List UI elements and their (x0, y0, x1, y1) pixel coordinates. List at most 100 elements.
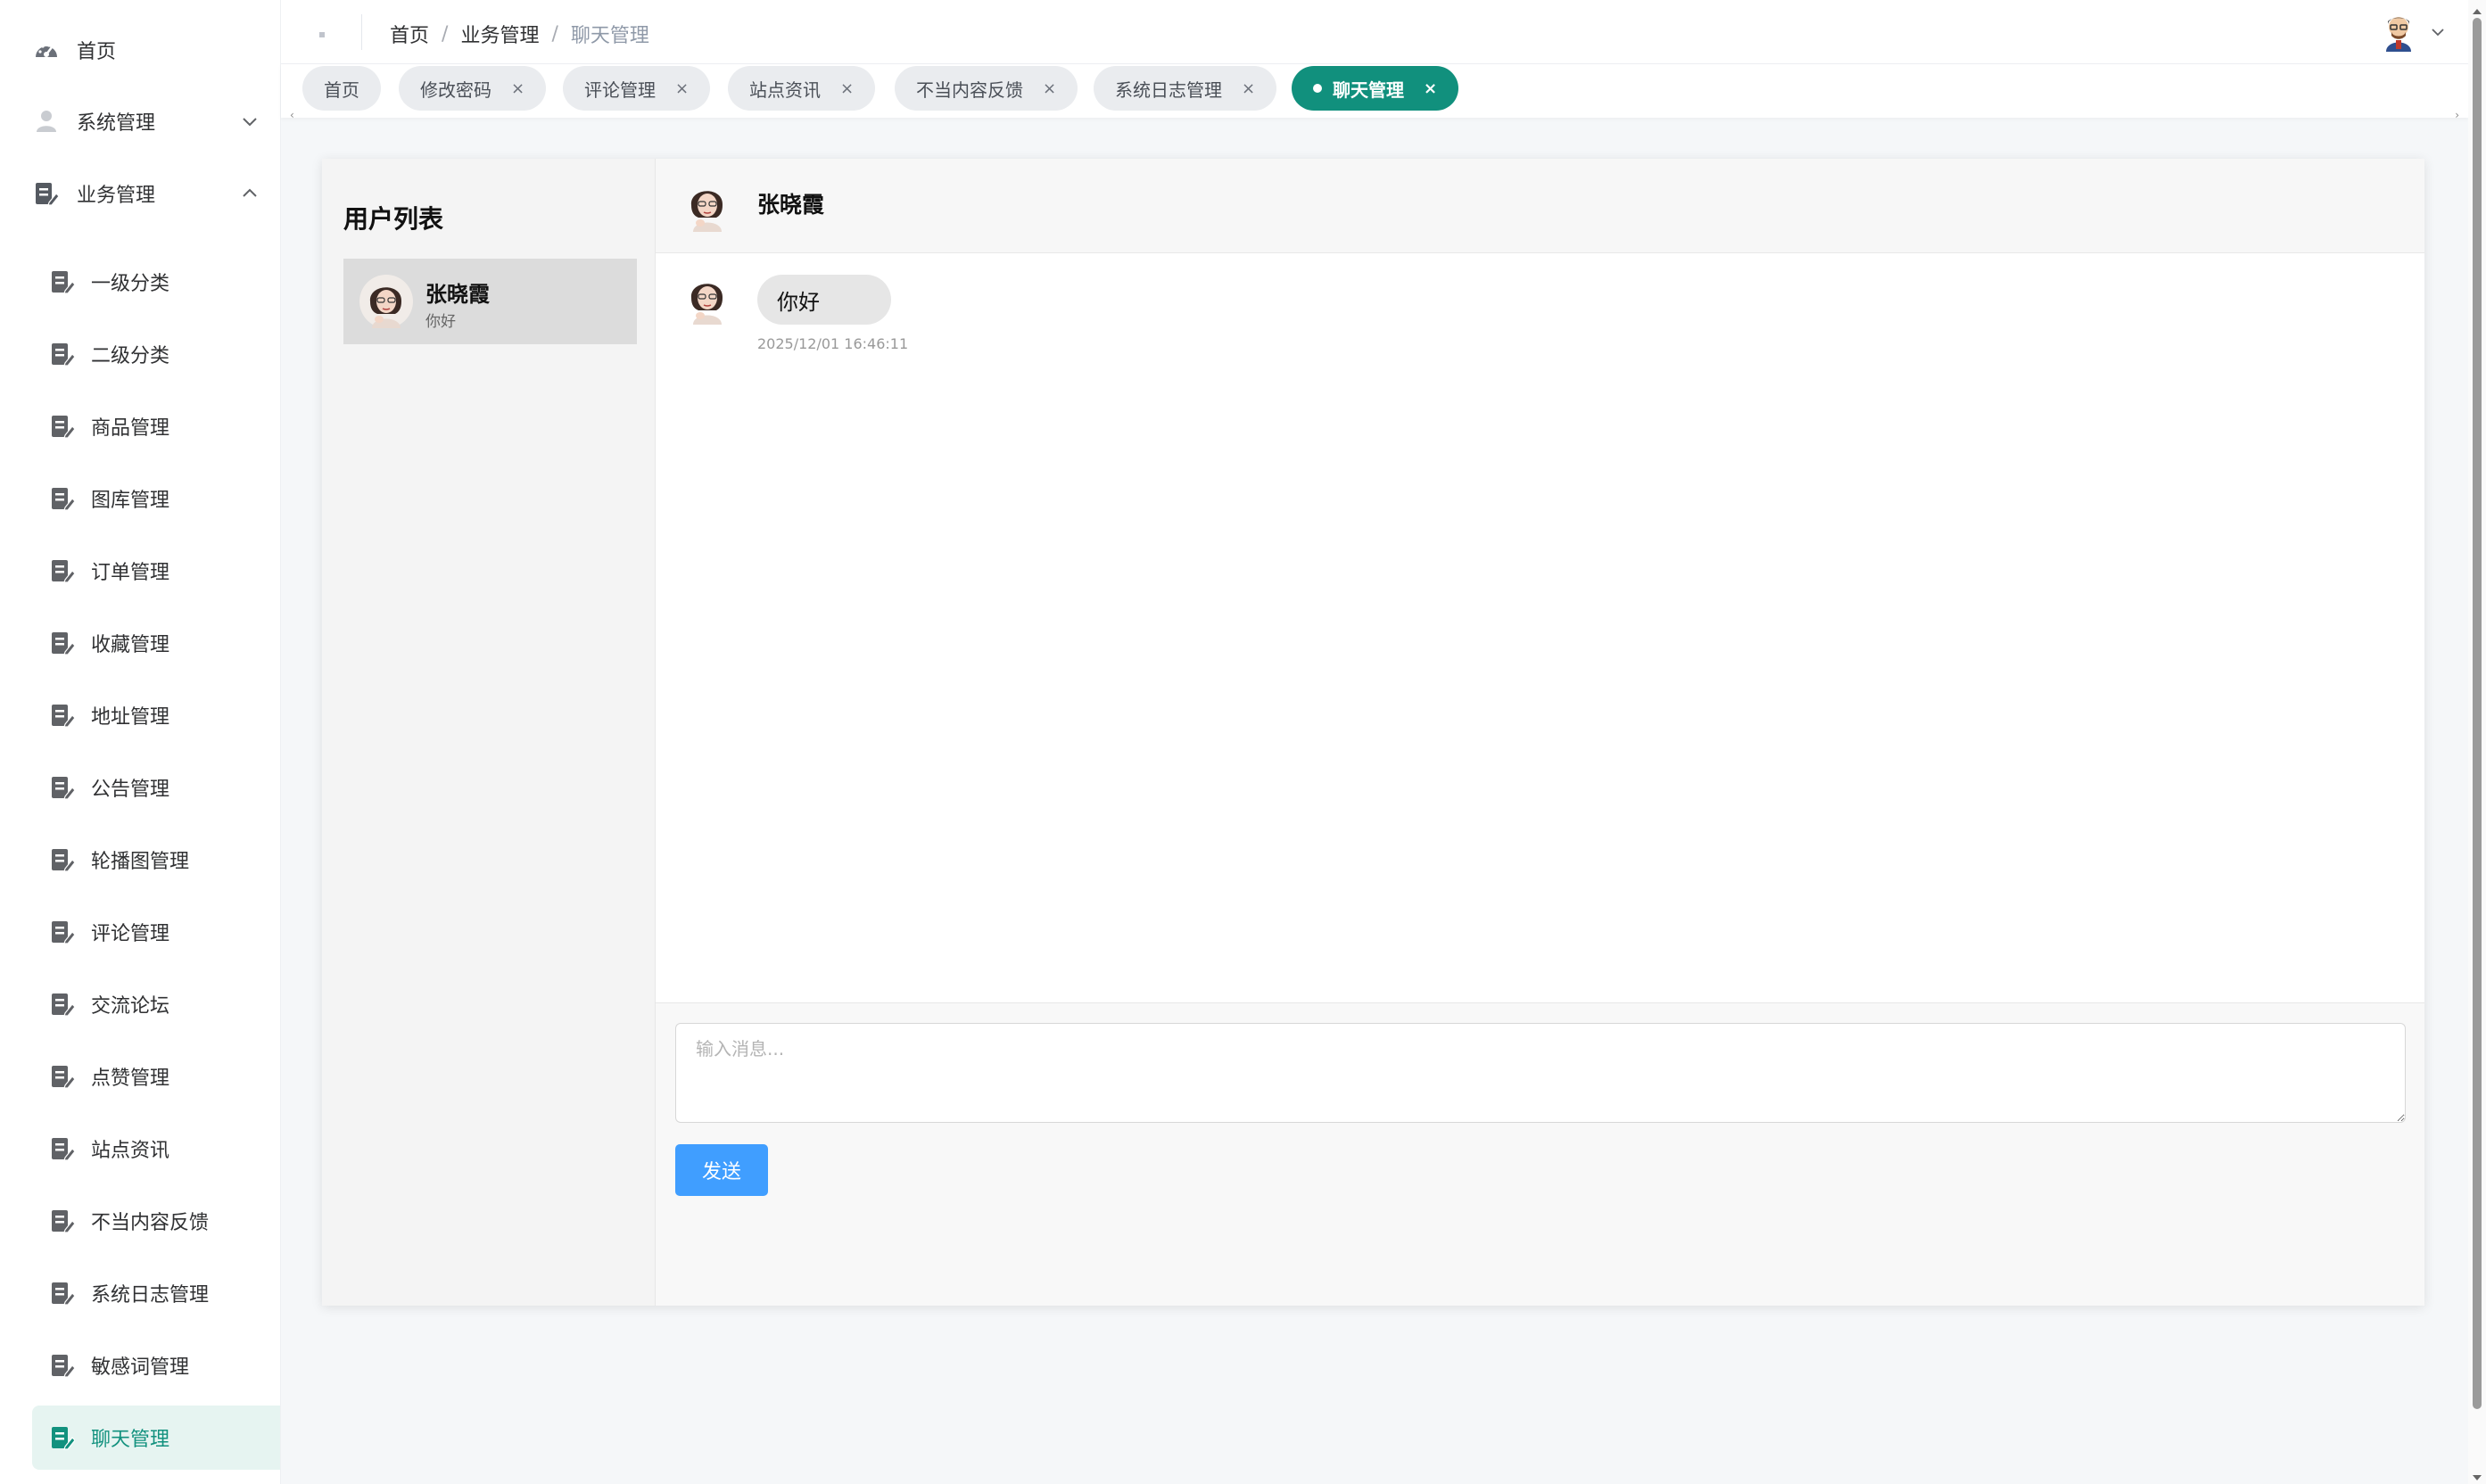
sidebar-subitem[interactable]: 商品管理 (48, 394, 280, 458)
message-bubble: 你好 (757, 275, 891, 325)
user-icon (32, 107, 61, 136)
close-icon[interactable]: × (840, 79, 854, 98)
document-edit-icon (48, 1062, 77, 1091)
chat-partner-name: 张晓霞 (757, 192, 825, 218)
close-icon[interactable]: × (511, 79, 524, 98)
sidebar-subitem[interactable]: 轮播图管理 (48, 828, 280, 892)
document-edit-icon (32, 179, 61, 208)
sidebar-subitem[interactable]: 二级分类 (48, 322, 280, 386)
document-edit-icon (48, 268, 77, 296)
user-list-item[interactable]: 张晓霞 你好 (343, 259, 637, 344)
collapse-sidebar-icon[interactable] (317, 27, 327, 37)
sidebar-item-home[interactable]: 首页 (32, 18, 280, 82)
sidebar-subitem[interactable]: 系统日志管理 (48, 1261, 280, 1325)
sidebar-item-business[interactable]: 业务管理 (32, 161, 280, 226)
sidebar-item-label: 收藏管理 (91, 634, 170, 656)
tab-item[interactable]: 不当内容反馈 × (895, 66, 1078, 111)
app-root: 首页 系统管理 业务管理 一级分类二级分类商品管理图库管理订单管理收藏管理地址管… (0, 0, 2486, 1484)
sidebar-item-label: 交流论坛 (91, 995, 170, 1018)
avatar (359, 275, 413, 328)
header-divider (361, 14, 362, 50)
scroll-left-icon[interactable]: ‹ (290, 109, 294, 121)
top-header: 首页 / 业务管理 / 聊天管理 (281, 0, 2468, 64)
document-edit-icon (48, 340, 77, 368)
chat-card: 用户列表 张晓霞 你好 张晓霞 你好 2025/12/01 16:46:11 输… (322, 159, 2424, 1306)
tab-item[interactable]: 站点资讯 × (728, 66, 876, 111)
sidebar-item-label: 系统管理 (77, 112, 156, 135)
sidebar-item-label: 不当内容反馈 (91, 1212, 210, 1234)
page-scrollbar[interactable] (2468, 0, 2486, 1484)
sidebar-item-system[interactable]: 系统管理 (32, 89, 280, 153)
breadcrumb-business[interactable]: 业务管理 (460, 20, 539, 48)
message-composer: 发送 (656, 1002, 2424, 1306)
chevron-down-icon[interactable] (2429, 23, 2447, 41)
sidebar-subitem[interactable]: 聊天管理 (32, 1406, 280, 1470)
close-icon[interactable]: × (675, 79, 689, 98)
document-edit-icon (48, 773, 77, 802)
close-icon[interactable]: × (1242, 79, 1255, 98)
message-input[interactable] (675, 1023, 2406, 1123)
sidebar-subitem[interactable]: 公告管理 (48, 755, 280, 820)
tab-item[interactable]: 首页 (302, 66, 381, 111)
tab-item[interactable]: 系统日志管理 × (1094, 66, 1277, 111)
sidebar-item-label: 首页 (77, 41, 117, 63)
avatar (681, 178, 734, 232)
scrollbar-thumb[interactable] (2473, 18, 2482, 1409)
sidebar-item-label: 敏感词管理 (91, 1356, 190, 1379)
document-edit-icon (48, 990, 77, 1018)
sidebar-item-label: 系统日志管理 (91, 1284, 210, 1307)
chevron-up-icon (239, 183, 260, 204)
sidebar-item-label: 站点资讯 (91, 1140, 170, 1162)
sidebar-item-label: 评论管理 (91, 923, 170, 945)
sidebar-item-label: 图库管理 (91, 490, 170, 512)
scroll-down-icon[interactable] (2472, 1470, 2482, 1480)
sidebar-subitem[interactable]: 评论管理 (48, 900, 280, 964)
sidebar-item-label: 业务管理 (77, 185, 156, 207)
document-edit-icon (48, 1207, 77, 1235)
tab-item[interactable]: 聊天管理 × (1292, 66, 1459, 111)
sidebar-subitem[interactable]: 不当内容反馈 (48, 1189, 280, 1253)
document-edit-icon (48, 556, 77, 585)
breadcrumb-current: 聊天管理 (570, 25, 649, 47)
sidebar-subitem[interactable]: 点赞管理 (48, 1044, 280, 1109)
avatar (681, 271, 734, 325)
tab-label: 系统日志管理 (1115, 78, 1222, 101)
sidebar-item-label: 商品管理 (91, 417, 170, 440)
tab-label: 修改密码 (420, 78, 491, 101)
scroll-right-icon[interactable]: › (2455, 109, 2459, 121)
scroll-up-icon[interactable] (2472, 4, 2482, 14)
sidebar-item-label: 一级分类 (91, 273, 170, 295)
sidebar-item-label: 点赞管理 (91, 1068, 170, 1090)
document-edit-icon (48, 1134, 77, 1163)
tab-item[interactable]: 修改密码 × (399, 66, 547, 111)
document-edit-icon (48, 845, 77, 874)
sidebar-subitem[interactable]: 图库管理 (48, 466, 280, 531)
sidebar-item-label: 地址管理 (91, 706, 170, 729)
document-edit-icon (48, 484, 77, 513)
sidebar-subitem[interactable]: 一级分类 (48, 250, 280, 314)
breadcrumb-separator: / (551, 22, 558, 45)
active-dot-icon (1313, 84, 1322, 93)
admin-avatar[interactable] (2379, 12, 2418, 52)
document-edit-icon (48, 918, 77, 946)
message-list: 你好 2025/12/01 16:46:11 (656, 253, 2424, 1002)
sidebar-subitem[interactable]: 站点资讯 (48, 1117, 280, 1181)
sidebar-subitem[interactable]: 地址管理 (48, 683, 280, 747)
sidebar-subitem[interactable]: 收藏管理 (48, 611, 280, 675)
close-icon[interactable]: × (1043, 79, 1056, 98)
close-icon[interactable]: × (1424, 79, 1437, 98)
sidebar-subitem[interactable]: 交流论坛 (48, 972, 280, 1036)
send-button[interactable]: 发送 (675, 1144, 768, 1196)
message-timestamp: 2025/12/01 16:46:11 (757, 335, 909, 352)
sidebar-item-label: 二级分类 (91, 345, 170, 367)
dashboard-icon (32, 36, 61, 64)
sidebar-subitem[interactable]: 订单管理 (48, 539, 280, 603)
user-list-title: 用户列表 (343, 204, 444, 234)
tab-label: 不当内容反馈 (916, 78, 1023, 101)
sidebar-subitem[interactable]: 敏感词管理 (48, 1333, 280, 1397)
document-edit-icon (48, 629, 77, 657)
breadcrumb-separator: / (442, 22, 449, 45)
document-edit-icon (48, 1423, 77, 1452)
breadcrumb-home[interactable]: 首页 (390, 20, 429, 48)
tab-item[interactable]: 评论管理 × (563, 66, 711, 111)
